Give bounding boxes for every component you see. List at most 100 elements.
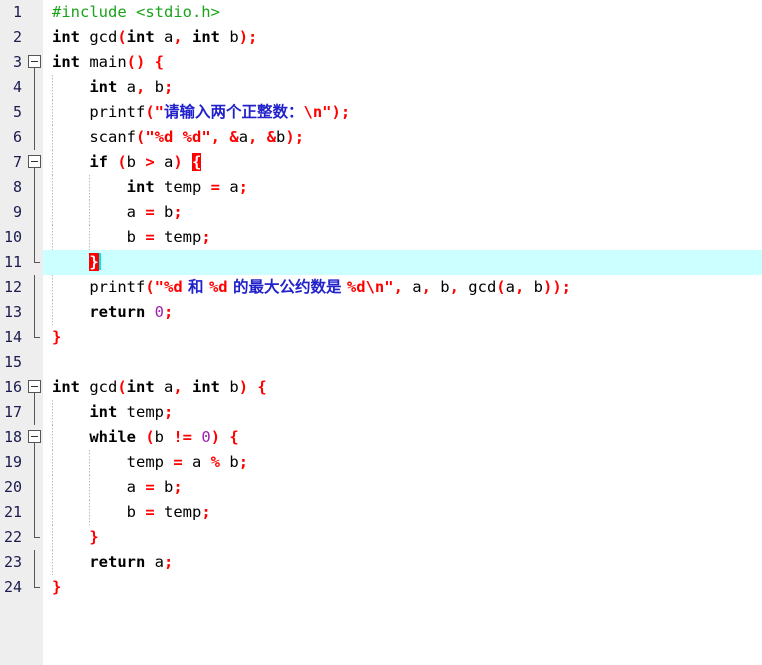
token-identifier: b [220,453,239,471]
token-brace: { [257,378,267,396]
line-number: 24 [3,578,22,596]
token-punctuation: ) [173,153,193,171]
code-line-1[interactable]: #include <stdio.h> [43,0,762,25]
token-punctuation: ; [164,403,174,421]
token-operator: = [145,478,155,496]
fold-marker-line-11[interactable] [27,250,43,275]
code-line-11[interactable]: } [43,250,762,275]
token-identifier: a [238,128,249,146]
fold-marker-line-16[interactable] [27,375,43,400]
token-identifier: temp [126,453,174,471]
fold-marker-line-3[interactable] [27,50,43,75]
token-punctuation: ( [496,278,506,296]
gutter-row: 19 [0,450,43,475]
code-line-7[interactable]: if (b > a) { [43,150,762,175]
fold-guide [27,475,43,500]
code-line-10[interactable]: b = temp; [43,225,762,250]
code-editor[interactable]: 1 2 3 4 5 6 7 8 9 10 11 12 13 14 15 16 1… [0,0,762,665]
token-keyword: while [89,428,136,446]
fold-guide [27,500,43,525]
gutter-row: 8 [0,175,43,200]
gutter-row: 16 [0,375,43,400]
code-line-14[interactable]: } [43,325,762,350]
line-number: 19 [3,453,22,471]
code-line-21[interactable]: b = temp; [43,500,762,525]
code-line-2[interactable]: int gcd(int a, int b); [43,25,762,50]
gutter-row: 22 [0,525,43,550]
fold-marker-line-7[interactable] [27,150,43,175]
gutter-row: 17 [0,400,43,425]
code-line-15[interactable] [43,350,762,375]
code-text-area[interactable]: #include <stdio.h> int gcd(int a, int b)… [43,0,762,665]
token-identifier: b [145,78,165,96]
token-punctuation: ; [201,503,211,521]
token-number: 0 [145,303,164,321]
code-line-12[interactable]: printf("%d 和 %d 的最大公约数是 %d\n", a, b, gcd… [43,275,762,300]
code-line-6[interactable]: scanf("%d %d", &a, &b); [43,125,762,150]
code-line-4[interactable]: int a, b; [43,75,762,100]
token-keyword: int [52,53,80,71]
fold-guide [27,400,43,425]
code-line-23[interactable]: return a; [43,550,762,575]
token-punctuation: ; [164,78,174,96]
line-number: 1 [12,3,22,21]
token-operator: & [257,128,277,146]
code-line-9[interactable]: a = b; [43,200,762,225]
code-line-5[interactable]: printf("请输入两个正整数：\n"); [43,100,762,125]
matching-brace-highlight: } [89,253,99,271]
gutter-row: 21 [0,500,43,525]
token-punctuation: ) [210,428,230,446]
gutter-row: 11 [0,250,43,275]
fold-marker-line-22[interactable] [27,525,43,550]
token-identifier: a [164,153,174,171]
code-line-8[interactable]: int temp = a; [43,175,762,200]
code-line-19[interactable]: temp = a % b; [43,450,762,475]
line-number: 3 [12,53,22,71]
fold-guide [27,275,43,300]
code-line-16[interactable]: int gcd(int a, int b) { [43,375,762,400]
fold-marker-line-24[interactable] [27,575,43,600]
token-keyword: int [52,28,80,46]
fold-guide [27,550,43,575]
token-punctuation: ; [173,203,183,221]
fold-guide [27,225,43,250]
token-identifier: main [80,53,127,71]
code-line-22[interactable]: } [43,525,762,550]
fold-marker-line-18[interactable] [27,425,43,450]
token-punctuation: ) [238,378,258,396]
line-number: 4 [12,78,22,96]
token-identifier: temp [154,228,202,246]
token-punctuation: , [173,28,183,46]
token-punctuation: ( [136,428,155,446]
token-punctuation: , [248,128,258,146]
code-line-18[interactable]: while (b != 0) { [43,425,762,450]
token-identifier: b [126,503,146,521]
line-number: 23 [3,553,22,571]
token-punctuation: , [514,278,525,296]
token-identifier: temp [154,178,211,196]
token-identifier: a [145,553,164,571]
token-identifier: b [220,28,239,46]
code-line-17[interactable]: int temp; [43,400,762,425]
token-brace: { [154,53,165,71]
code-line-13[interactable]: return 0; [43,300,762,325]
code-line-3[interactable]: int main() { [43,50,762,75]
fold-guide [27,125,43,150]
fold-guide [27,75,43,100]
token-keyword: return [89,553,146,571]
code-line-24[interactable]: } [43,575,762,600]
token-brace: { [229,428,239,446]
line-number: 18 [3,428,22,446]
token-string-cjk: 请输入两个正整数： [164,103,304,121]
token-brace: } [89,528,99,546]
fold-marker-line-14[interactable] [27,325,43,350]
fold-guide [27,100,43,125]
line-number: 16 [3,378,22,396]
gutter-row: 2 [0,25,43,50]
code-line-20[interactable]: a = b; [43,475,762,500]
line-number-gutter: 1 2 3 4 5 6 7 8 9 10 11 12 13 14 15 16 1… [0,0,43,665]
token-operator: & [220,128,239,146]
token-punctuation: , [421,278,431,296]
token-identifier: b [154,478,174,496]
gutter-row: 18 [0,425,43,450]
